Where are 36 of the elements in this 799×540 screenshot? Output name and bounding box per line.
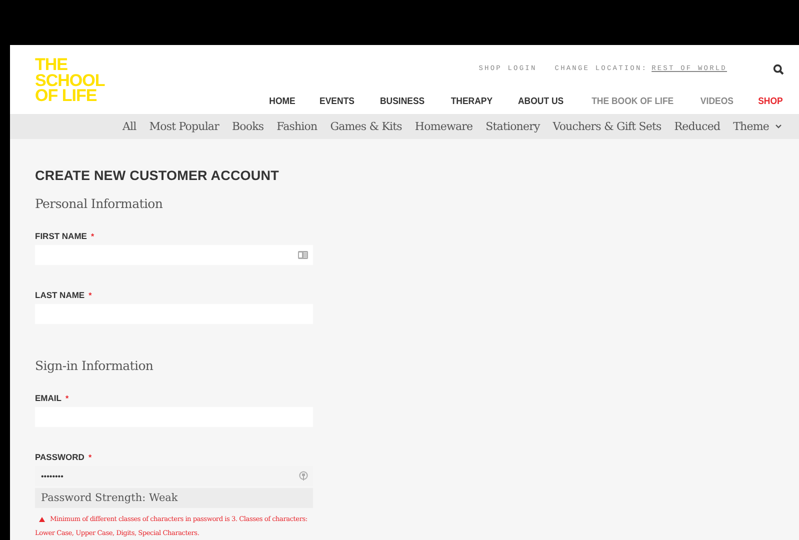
nav-link[interactable]: ABOUT US [518,96,564,107]
required-mark: * [88,290,92,300]
nav-link[interactable]: BUSINESS [380,96,425,107]
nav-link[interactable]: VIDEOS [700,96,734,107]
search-icon[interactable] [773,64,784,74]
required-mark: * [65,394,69,402]
nav-link[interactable]: THERAPY [450,96,492,107]
category-link[interactable]: All [122,120,136,134]
warning-icon [39,516,45,522]
password-strength: Password Strength: Weak [35,488,313,508]
category-link[interactable]: Theme [733,120,782,134]
contact-card-icon[interactable] [298,251,308,259]
nav-link[interactable]: SHOP [758,96,783,107]
key-icon[interactable] [299,471,308,481]
section-heading: Personal Information [35,196,164,211]
section-heading: Sign-in Information [35,358,154,373]
page-title: CREATE NEW CUSTOMER ACCOUNT [35,168,280,183]
field-label: LAST NAME [35,290,85,300]
category-link[interactable]: Homeware [414,120,473,134]
category-link[interactable]: Books [232,120,264,134]
field-label: EMAIL [35,393,62,403]
required-mark: * [88,452,92,462]
category-link[interactable]: Fashion [276,120,318,134]
category-link[interactable]: Most Popular [149,120,219,134]
nav-link[interactable]: THE BOOK OF LIFE [592,96,674,107]
category-link[interactable]: Vouchers & Gift Sets [552,120,662,134]
category-link[interactable]: Stationery [486,120,540,134]
required-mark: * [90,232,94,240]
input-field[interactable] [35,245,313,265]
field-label: PASSWORD [35,452,84,462]
nav-link[interactable]: EVENTS [320,96,355,107]
category-link[interactable]: Games & Kits [330,120,402,134]
field-label: FIRST NAME [35,231,87,241]
nav-link[interactable]: HOME [268,96,296,107]
category-link[interactable]: Reduced [674,120,720,134]
chevron-down-icon [775,124,782,130]
